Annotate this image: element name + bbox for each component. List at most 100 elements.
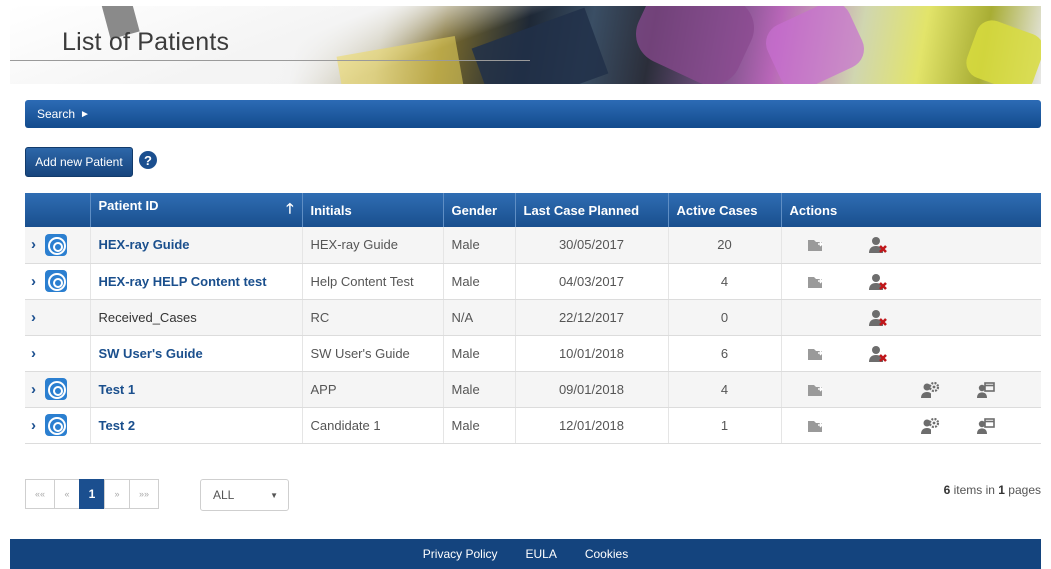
help-icon[interactable]: ? bbox=[139, 151, 157, 169]
sort-ascending-icon[interactable]: 🡑 bbox=[286, 198, 293, 222]
search-toggle[interactable]: Search ► bbox=[25, 100, 1041, 128]
column-header-label: Patient ID bbox=[98, 198, 159, 213]
user-delete-icon[interactable] bbox=[868, 235, 888, 255]
gender-cell: Male bbox=[443, 371, 516, 408]
banner-decoration bbox=[759, 6, 871, 84]
next-page-button[interactable]: » bbox=[104, 479, 130, 509]
page-number-button[interactable]: 1 bbox=[79, 479, 105, 509]
patient-link[interactable]: SW User's Guide bbox=[99, 346, 203, 361]
patient-id-cell: HEX-ray HELP Content test bbox=[90, 263, 303, 300]
patient-link[interactable]: HEX-ray Guide bbox=[99, 237, 190, 252]
patient-link[interactable]: Test 1 bbox=[99, 382, 136, 397]
initials-cell: HEX-ray Guide bbox=[302, 227, 444, 264]
folder-arrow-icon[interactable] bbox=[806, 272, 826, 292]
initials-cell: Help Content Test bbox=[302, 263, 444, 300]
column-header-gender[interactable]: Gender bbox=[443, 193, 516, 227]
first-page-button[interactable]: «« bbox=[25, 479, 55, 509]
initials-cell: RC bbox=[302, 299, 444, 336]
last-case-cell: 10/01/2018 bbox=[515, 335, 669, 372]
active-cases-cell: 1 bbox=[668, 407, 782, 444]
initials-cell: SW User's Guide bbox=[302, 335, 444, 372]
column-header-active-cases[interactable]: Active Cases bbox=[668, 193, 782, 227]
page-banner: List of Patients bbox=[10, 6, 1041, 84]
table-header-row: Patient ID 🡑 Initials Gender Last Case P… bbox=[25, 193, 1041, 227]
pagination: «« « 1 » »» bbox=[25, 479, 159, 509]
last-page-button[interactable]: »» bbox=[129, 479, 159, 509]
row-expand-cell: › bbox=[25, 299, 91, 336]
case-link-icon[interactable] bbox=[45, 378, 67, 400]
banner-rule bbox=[10, 60, 530, 61]
last-case-cell: 04/03/2017 bbox=[515, 263, 669, 300]
active-cases-cell: 0 bbox=[668, 299, 782, 336]
patient-id-cell: Received_Cases bbox=[90, 299, 303, 336]
user-delete-icon[interactable] bbox=[868, 308, 888, 328]
chevron-right-icon[interactable]: › bbox=[31, 273, 43, 290]
prev-page-button[interactable]: « bbox=[54, 479, 80, 509]
footer-link-eula[interactable]: EULA bbox=[525, 547, 556, 561]
gender-cell: N/A bbox=[443, 299, 516, 336]
search-label: Search bbox=[37, 107, 76, 121]
user-calendar-icon[interactable] bbox=[976, 416, 996, 436]
gender-cell: Male bbox=[443, 407, 516, 444]
column-header-initials[interactable]: Initials bbox=[302, 193, 444, 227]
column-header-expand bbox=[25, 193, 91, 227]
actions-cell bbox=[781, 371, 1041, 408]
chevron-right-icon[interactable]: › bbox=[31, 381, 43, 398]
folder-arrow-icon[interactable] bbox=[806, 344, 826, 364]
actions-cell bbox=[781, 263, 1041, 300]
table-row: › Test 2 Candidate 1 Male 12/01/2018 1 bbox=[25, 407, 1041, 444]
column-header-patient-id[interactable]: Patient ID 🡑 bbox=[90, 193, 303, 227]
folder-arrow-icon[interactable] bbox=[806, 380, 826, 400]
patient-link[interactable]: HEX-ray HELP Content test bbox=[99, 274, 267, 289]
last-case-cell: 22/12/2017 bbox=[515, 299, 669, 336]
patient-id-text: Received_Cases bbox=[98, 309, 197, 325]
pages-count: 1 bbox=[998, 483, 1005, 497]
case-link-icon[interactable] bbox=[45, 270, 67, 292]
active-cases-cell: 4 bbox=[668, 371, 782, 408]
user-settings-icon[interactable] bbox=[920, 380, 940, 400]
row-expand-cell: › bbox=[25, 227, 91, 264]
chevron-right-icon[interactable]: › bbox=[31, 417, 43, 434]
page-size-select[interactable]: ALL ▼ bbox=[200, 479, 289, 511]
actions-cell bbox=[781, 407, 1041, 444]
table-row: › HEX-ray HELP Content test Help Content T… bbox=[25, 263, 1041, 300]
actions-cell bbox=[781, 299, 1041, 336]
case-link-icon[interactable] bbox=[45, 233, 67, 256]
chevron-right-icon[interactable]: › bbox=[31, 236, 43, 253]
patient-id-cell: Test 1 bbox=[90, 371, 303, 408]
folder-arrow-icon[interactable] bbox=[806, 416, 826, 436]
case-link-icon[interactable] bbox=[45, 414, 67, 436]
footer-link-privacy[interactable]: Privacy Policy bbox=[423, 547, 498, 561]
row-expand-cell: › bbox=[25, 407, 91, 444]
row-expand-cell: › bbox=[25, 335, 91, 372]
footer: Privacy Policy EULA Cookies bbox=[10, 539, 1041, 569]
chevron-right-icon[interactable]: › bbox=[31, 345, 43, 362]
patient-link[interactable]: Test 2 bbox=[99, 418, 136, 433]
chevron-down-icon: ▼ bbox=[270, 490, 278, 500]
page-title: List of Patients bbox=[62, 28, 230, 56]
active-cases-cell: 4 bbox=[668, 263, 782, 300]
column-header-actions: Actions bbox=[781, 193, 1041, 227]
active-cases-cell: 6 bbox=[668, 335, 782, 372]
gender-cell: Male bbox=[443, 227, 516, 264]
table-row: › Test 1 APP Male 09/01/2018 4 bbox=[25, 371, 1041, 408]
user-delete-icon[interactable] bbox=[868, 272, 888, 292]
banner-decoration bbox=[626, 6, 764, 84]
initials-cell: APP bbox=[302, 371, 444, 408]
user-calendar-icon[interactable] bbox=[976, 380, 996, 400]
user-settings-icon[interactable] bbox=[920, 416, 940, 436]
patients-table: Patient ID 🡑 Initials Gender Last Case P… bbox=[25, 193, 1041, 444]
folder-arrow-icon[interactable] bbox=[806, 235, 826, 255]
last-case-cell: 12/01/2018 bbox=[515, 407, 669, 444]
footer-link-cookies[interactable]: Cookies bbox=[585, 547, 628, 561]
user-delete-icon[interactable] bbox=[868, 344, 888, 364]
add-patient-button[interactable]: Add new Patient bbox=[25, 147, 133, 177]
active-cases-cell: 20 bbox=[668, 227, 782, 264]
chevron-right-icon[interactable]: › bbox=[31, 309, 43, 326]
initials-cell: Candidate 1 bbox=[302, 407, 444, 444]
column-header-last-case[interactable]: Last Case Planned bbox=[515, 193, 669, 227]
gender-cell: Male bbox=[443, 335, 516, 372]
table-row: › SW User's Guide SW User's Guide Male 10/01… bbox=[25, 335, 1041, 372]
last-case-cell: 09/01/2018 bbox=[515, 371, 669, 408]
patient-id-cell: Test 2 bbox=[90, 407, 303, 444]
